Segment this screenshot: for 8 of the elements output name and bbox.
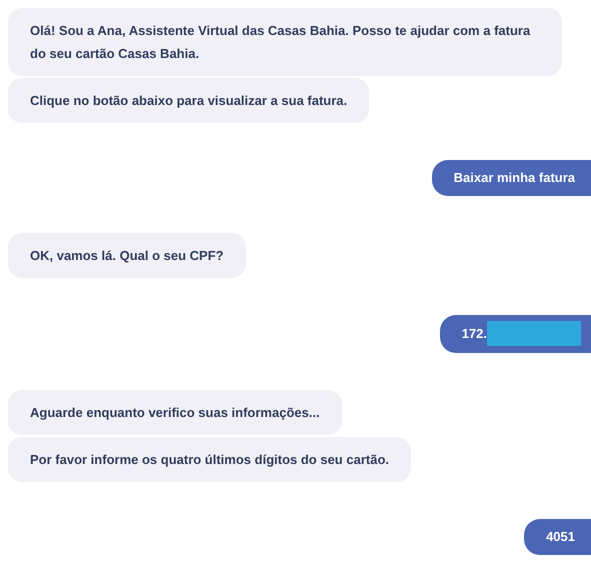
bot-message: Aguarde enquanto verifico suas informações...: [8, 390, 342, 435]
bot-message: OK, vamos lá. Qual o seu CPF?: [8, 233, 246, 278]
message-text: Baixar minha fatura: [454, 169, 575, 187]
bot-message: Olá! Sou a Ana, Assistente Virtual das Casas Bahia. Posso te ajudar com a fatura do seu cartão Casas Bahia.: [8, 8, 562, 76]
message-text: 4051: [546, 528, 575, 546]
bot-message: Por favor informe os quatro últimos dígitos do seu cartão.: [8, 437, 411, 482]
bot-message: Clique no botão abaixo para visualizar a sua fatura.: [8, 78, 370, 123]
message-text: 172.: [462, 325, 487, 343]
